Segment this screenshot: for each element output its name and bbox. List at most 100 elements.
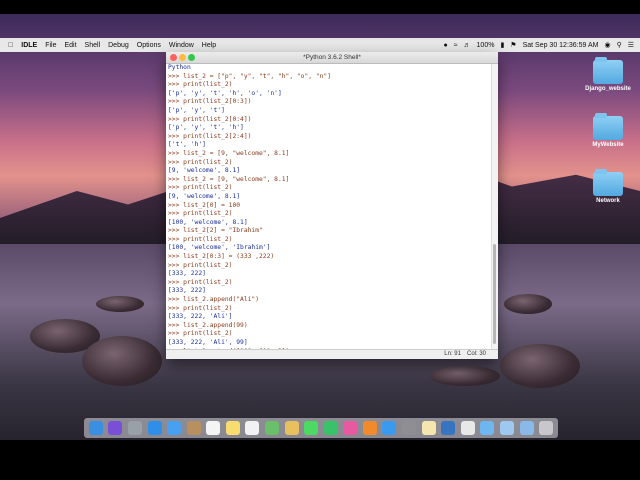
rock <box>82 336 162 386</box>
rock <box>500 344 580 388</box>
battery-percent[interactable]: 100% <box>477 42 495 49</box>
menu-edit[interactable]: Edit <box>64 42 76 49</box>
photos-icon[interactable] <box>284 421 299 435</box>
desktop-folder-mywebsite[interactable]: MyWebsite <box>578 113 638 148</box>
shell-header-line: Python <box>168 64 191 71</box>
trash-icon[interactable] <box>539 421 554 435</box>
battery-icon[interactable]: ▮ <box>500 41 504 49</box>
chrome-icon[interactable] <box>460 421 475 435</box>
shell-input-line: >>> list_2[0:3] = (333 ,222) <box>168 253 275 261</box>
shell-input-line: >>> print(list_2[0:4]) <box>168 115 252 123</box>
notes-icon[interactable] <box>225 421 240 435</box>
dock <box>84 418 558 438</box>
facetime-icon[interactable] <box>323 421 338 435</box>
contacts-icon[interactable] <box>186 421 201 435</box>
zoom-button[interactable] <box>188 54 195 61</box>
calendar-icon[interactable] <box>206 421 221 435</box>
appstore-icon[interactable] <box>382 421 397 435</box>
menu-debug[interactable]: Debug <box>108 42 129 49</box>
shell-input-line: >>> print(list_2) <box>168 81 233 89</box>
shell-output-line: [9, 'welcome', 8.1] <box>168 167 241 175</box>
shell-input-line: >>> list_2[2] = "Ibrahim" <box>168 227 263 235</box>
apple-icon[interactable]:  <box>8 42 13 49</box>
shell-input-line: >>> print(list_2) <box>168 278 233 286</box>
shell-output-line: ['t', 'h'] <box>168 141 206 149</box>
rock <box>504 294 552 314</box>
column-indicator: Col: 30 <box>466 351 486 357</box>
menu-bar:  IDLE File Edit Shell Debug Options Win… <box>0 38 640 52</box>
reminders-icon[interactable] <box>245 421 260 435</box>
shell-output-line: [9, 'welcome', 8.1] <box>168 192 241 200</box>
downloads-icon[interactable] <box>519 421 534 435</box>
menu-file[interactable]: File <box>45 42 56 49</box>
window-title: *Python 3.6.2 Shell* <box>303 54 361 61</box>
shell-input-line: >>> list_2 = [9, "welcome", 8.1] <box>168 175 290 183</box>
search-icon[interactable]: ⚲ <box>617 41 622 49</box>
shell-output-line: ['p', 'y', 't', 'h', 'o', 'n'] <box>168 89 282 97</box>
shell-input-line: >>> print(list_2[0:3]) <box>168 98 252 106</box>
shell-input-line: >>> print(list_2) <box>168 158 233 166</box>
preferences-icon[interactable] <box>402 421 417 435</box>
shell-output-line: [333, 222] <box>168 270 206 278</box>
siri-icon[interactable] <box>108 421 123 435</box>
desktop-folder-network[interactable]: Network <box>578 169 638 204</box>
documents-icon[interactable] <box>499 421 514 435</box>
shell-text-area[interactable]: Python >>> list_2 = ["p", "y", "t", "h",… <box>166 64 494 350</box>
shell-input-line: >>> print(list_2) <box>168 261 233 269</box>
menu-shell[interactable]: Shell <box>85 42 101 49</box>
minimize-button[interactable] <box>179 54 186 61</box>
status-bar: Ln: 91 Col: 30 <box>166 349 498 359</box>
window-titlebar[interactable]: *Python 3.6.2 Shell* <box>166 52 498 64</box>
shell-input-line: >>> list_2.append("Ali") <box>168 296 259 304</box>
folder-icon <box>593 169 623 196</box>
desktop-folder-label: MyWebsite <box>592 142 624 148</box>
shell-output-line: [333, 222] <box>168 287 206 295</box>
itunes-icon[interactable] <box>343 421 358 435</box>
shell-input-line: >>> print(list_2) <box>168 304 233 312</box>
menu-help[interactable]: Help <box>202 42 216 49</box>
shell-output-line: [100, 'welcome', 8.1] <box>168 218 248 226</box>
shell-lines: >>> list_2 = ["p", "y", "t", "h", "o", "… <box>168 73 494 350</box>
folder-icon <box>593 57 623 84</box>
vertical-scrollbar[interactable] <box>491 64 498 350</box>
messages-icon[interactable] <box>304 421 319 435</box>
python-launcher-icon[interactable] <box>441 421 456 435</box>
shell-input-line: >>> print(list_2) <box>168 184 233 192</box>
menu-options[interactable]: Options <box>137 42 161 49</box>
line-indicator: Ln: 91 <box>444 351 461 357</box>
shell-output-line: ['p', 'y', 't'] <box>168 106 225 114</box>
menu-window[interactable]: Window <box>169 42 194 49</box>
launchpad-icon[interactable] <box>127 421 142 435</box>
shell-input-line: >>> list_2 = [9, "welcome", 8.1] <box>168 149 290 157</box>
desktop-folder-django[interactable]: Django_website <box>578 57 638 92</box>
menu-idle[interactable]: IDLE <box>21 42 37 49</box>
idle-shell-window: *Python 3.6.2 Shell* Python >>> list_2 =… <box>166 52 498 359</box>
menu-list-icon[interactable]: ☰ <box>628 41 634 49</box>
shell-output-line: ['p', 'y', 't', 'h'] <box>168 124 244 132</box>
scrollbar-thumb[interactable] <box>493 244 496 344</box>
shell-input-line: >>> print(list_2[2:4]) <box>168 132 252 140</box>
shell-output-line: [333, 222, 'Ali'] <box>168 313 233 321</box>
close-button[interactable] <box>170 54 177 61</box>
shell-input-line: >>> print(list_2) <box>168 210 233 218</box>
folder-icon[interactable] <box>480 421 495 435</box>
flag-icon[interactable]: ⚑ <box>510 41 516 49</box>
shell-input-line: >>> list_2.append(99) <box>168 321 248 329</box>
volume-icon[interactable]: ♬ <box>464 42 471 49</box>
idle-icon[interactable] <box>421 421 436 435</box>
maps-icon[interactable] <box>264 421 279 435</box>
mail-icon[interactable] <box>167 421 182 435</box>
screen-recording-icon[interactable]: ● <box>443 42 447 49</box>
shell-input-line: >>> print(list_2) <box>168 330 233 338</box>
wifi-icon[interactable]: ≈ <box>454 42 458 49</box>
folder-icon <box>593 113 623 140</box>
safari-icon[interactable] <box>147 421 162 435</box>
desktop-folder-label: Django_website <box>585 86 631 92</box>
shell-input-line: >>> print(list_2) <box>168 235 233 243</box>
ibooks-icon[interactable] <box>362 421 377 435</box>
shell-input-line: >>> list_2 = ["p", "y", "t", "h", "o", "… <box>168 72 332 80</box>
clock[interactable]: Sat Sep 30 12:36:59 AM <box>523 42 599 49</box>
shell-output-line: [333, 222, 'Ali', 99] <box>168 339 248 346</box>
user-icon[interactable]: ◉ <box>604 41 610 49</box>
finder-icon[interactable] <box>88 421 103 435</box>
